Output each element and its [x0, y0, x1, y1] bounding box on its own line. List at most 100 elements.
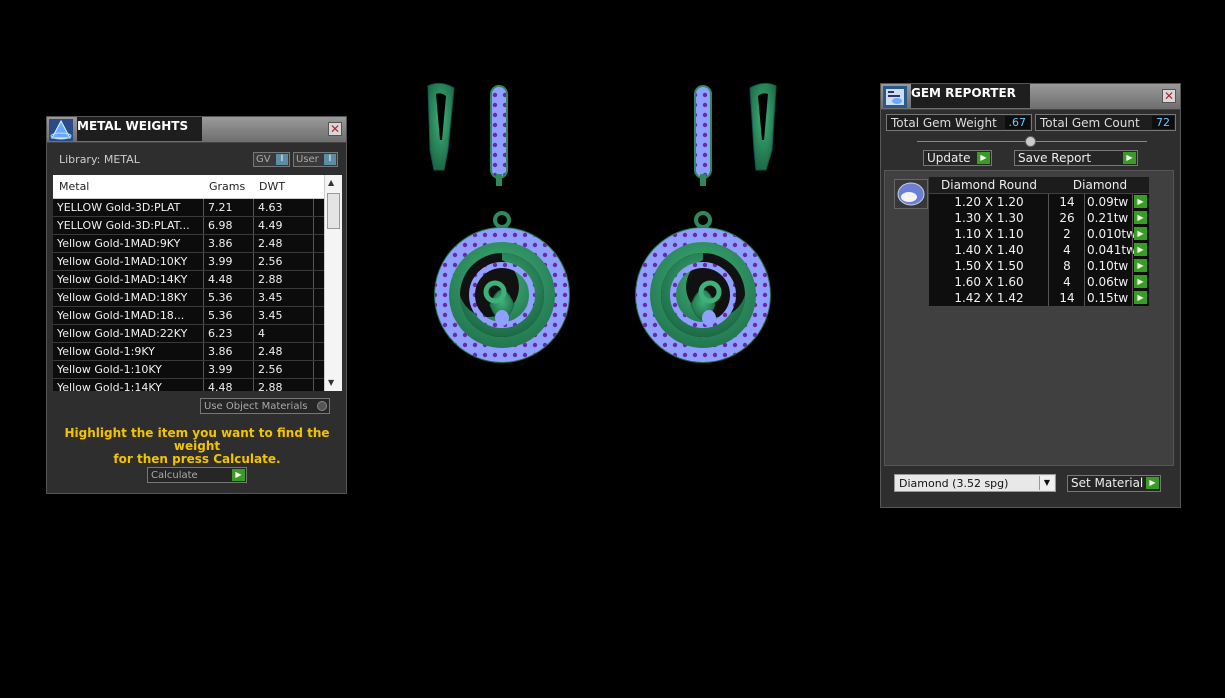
user-toggle[interactable]: User I [293, 152, 338, 167]
metal-table-row[interactable]: Yellow Gold-1MAD:22KY 6.23 4 [53, 325, 342, 343]
metal-grams: 6.98 [208, 219, 233, 232]
metal-table-row[interactable]: Yellow Gold-1MAD:14KY 4.48 2.88 [53, 271, 342, 289]
gem-size: 1.50 X 1.50 [954, 259, 1024, 273]
play-arrow-icon[interactable]: ▶ [1146, 477, 1159, 489]
gem-row[interactable]: 1.10 X 1.10 2 0.010tw ▶ [929, 226, 1149, 242]
metal-grams: 4.48 [208, 381, 233, 391]
gv-toggle-label: GV [256, 154, 271, 165]
gem-report-icon [883, 86, 907, 108]
play-arrow-icon[interactable]: ▶ [1134, 275, 1147, 288]
metal-grams: 3.99 [208, 363, 233, 376]
gem-row[interactable]: 1.60 X 1.60 4 0.06tw ▶ [929, 274, 1149, 290]
panel-title: METAL WEIGHTS [77, 117, 203, 141]
use-object-materials-label: Use Object Materials [204, 401, 308, 412]
divider-slider-knob[interactable] [1025, 136, 1036, 147]
metal-dwt: 4.63 [258, 201, 283, 214]
gem-size: 1.40 X 1.40 [954, 243, 1024, 257]
col-metal[interactable]: Metal [59, 180, 89, 193]
metal-dwt: 2.48 [258, 345, 283, 358]
scroll-thumb[interactable] [327, 193, 340, 229]
total-gem-weight-label: Total Gem Weight [891, 116, 997, 130]
metal-weights-titlebar[interactable]: METAL WEIGHTS ✕ [47, 117, 346, 143]
metal-name: Yellow Gold-1MAD:18KY [57, 291, 188, 304]
update-label: Update [927, 151, 971, 165]
col-grams[interactable]: Grams [209, 180, 245, 193]
gv-toggle[interactable]: GV I [253, 152, 290, 167]
play-arrow-icon[interactable]: ▶ [1134, 227, 1147, 240]
metal-name: Yellow Gold-1MAD:22KY [57, 327, 188, 340]
play-arrow-icon[interactable]: ▶ [1134, 211, 1147, 224]
metal-table-row[interactable]: Yellow Gold-1:10KY 3.99 2.56 [53, 361, 342, 379]
gem-row[interactable]: 1.42 X 1.42 14 0.15tw ▶ [929, 290, 1149, 306]
metal-table-row[interactable]: Yellow Gold-1MAD:18KY 5.36 3.45 [53, 289, 342, 307]
play-arrow-icon[interactable]: ▶ [1134, 259, 1147, 272]
gem-row[interactable]: 1.50 X 1.50 8 0.10tw ▶ [929, 258, 1149, 274]
gem-count: 4 [1063, 275, 1071, 289]
panel-title: GEM REPORTER [911, 84, 1030, 108]
metal-table-row[interactable]: Yellow Gold-1:9KY 3.86 2.48 [53, 343, 342, 361]
metal-table-row[interactable]: Yellow Gold-1MAD:9KY 3.86 2.48 [53, 235, 342, 253]
metal-table-row[interactable]: YELLOW Gold-3D:PLAT... 6.98 4.49 [53, 217, 342, 235]
play-arrow-icon[interactable]: ▶ [1134, 291, 1147, 304]
set-material-button[interactable]: Set Material ▶ [1067, 475, 1161, 492]
metal-dwt: 2.88 [258, 381, 283, 391]
play-arrow-icon[interactable]: ▶ [1123, 152, 1136, 164]
gem-row[interactable]: 1.20 X 1.20 14 0.09tw ▶ [929, 194, 1149, 210]
metal-name: Yellow Gold-1:10KY [57, 363, 162, 376]
metal-table-row[interactable]: Yellow Gold-1MAD:18... 5.36 3.45 [53, 307, 342, 325]
play-arrow-icon[interactable]: ▶ [1134, 243, 1147, 256]
gem-count: 2 [1063, 227, 1071, 241]
model-viewport[interactable] [400, 70, 800, 380]
metal-dwt: 4.49 [258, 219, 283, 232]
instruction-line-1: Highlight the item you want to find the … [64, 426, 330, 453]
scrollbar[interactable]: ▲ ▼ [324, 175, 342, 391]
gem-weight: 0.06tw [1087, 275, 1129, 289]
scroll-down-icon[interactable]: ▼ [328, 378, 334, 387]
left-bail-front [490, 85, 508, 186]
col-dwt[interactable]: DWT [259, 180, 285, 193]
save-report-button[interactable]: Save Report ▶ [1014, 150, 1138, 166]
gem-count: 14 [1059, 291, 1075, 305]
gem-size: 1.10 X 1.10 [954, 227, 1024, 241]
gem-row[interactable]: 1.40 X 1.40 4 0.041tw ▶ [929, 242, 1149, 258]
gem-size: 1.42 X 1.42 [954, 291, 1024, 305]
play-arrow-icon[interactable]: ▶ [977, 152, 990, 164]
metal-grams: 3.86 [208, 237, 233, 250]
metal-name: Yellow Gold-1MAD:18... [57, 309, 185, 322]
gem-count: 4 [1063, 243, 1071, 257]
diamond-round-icon[interactable] [894, 179, 928, 209]
close-icon[interactable]: ✕ [328, 122, 342, 136]
material-select[interactable]: Diamond (3.52 spg) ▼ [894, 474, 1056, 492]
instruction-line-2: for then press Calculate. [113, 452, 281, 466]
metal-dwt: 2.56 [258, 363, 283, 376]
total-gem-count-field: Total Gem Count 72 [1035, 114, 1176, 131]
metal-name: Yellow Gold-1:14KY [57, 381, 162, 391]
metal-table-row[interactable]: YELLOW Gold-3D:PLAT 7.21 4.63 [53, 199, 342, 217]
scroll-up-icon[interactable]: ▲ [328, 178, 334, 187]
metal-name: Yellow Gold-1MAD:9KY [57, 237, 181, 250]
metal-grams: 5.36 [208, 291, 233, 304]
right-bail-front [694, 85, 712, 186]
gem-size: 1.20 X 1.20 [954, 195, 1024, 209]
use-object-materials-option[interactable]: Use Object Materials [200, 398, 330, 414]
metal-table-row[interactable]: Yellow Gold-1MAD:10KY 3.99 2.56 [53, 253, 342, 271]
metal-dwt: 2.48 [258, 237, 283, 250]
chevron-down-icon[interactable]: ▼ [1039, 476, 1054, 490]
metal-table-row[interactable]: Yellow Gold-1:14KY 4.48 2.88 [53, 379, 342, 391]
update-button[interactable]: Update ▶ [923, 150, 992, 166]
gem-reporter-panel: GEM REPORTER ✕ Total Gem Weight .67 Tota… [880, 83, 1181, 508]
play-arrow-icon[interactable]: ▶ [232, 469, 245, 481]
gem-weight: 0.10tw [1087, 259, 1129, 273]
close-icon[interactable]: ✕ [1162, 89, 1176, 103]
gem-count: 8 [1063, 259, 1071, 273]
gem-reporter-titlebar[interactable]: GEM REPORTER ✕ [881, 84, 1180, 110]
play-arrow-icon[interactable]: ▶ [1134, 195, 1147, 208]
gv-toggle-knob: I [276, 154, 288, 165]
library-label: Library: METAL [59, 153, 140, 166]
set-material-label: Set Material [1071, 476, 1144, 490]
gem-row[interactable]: 1.30 X 1.30 26 0.21tw ▶ [929, 210, 1149, 226]
col-diamond-round: Diamond Round [941, 178, 1037, 192]
radio-icon[interactable] [317, 401, 327, 411]
calculate-button[interactable]: Calculate ▶ [147, 467, 247, 483]
left-bail-side [427, 82, 455, 171]
